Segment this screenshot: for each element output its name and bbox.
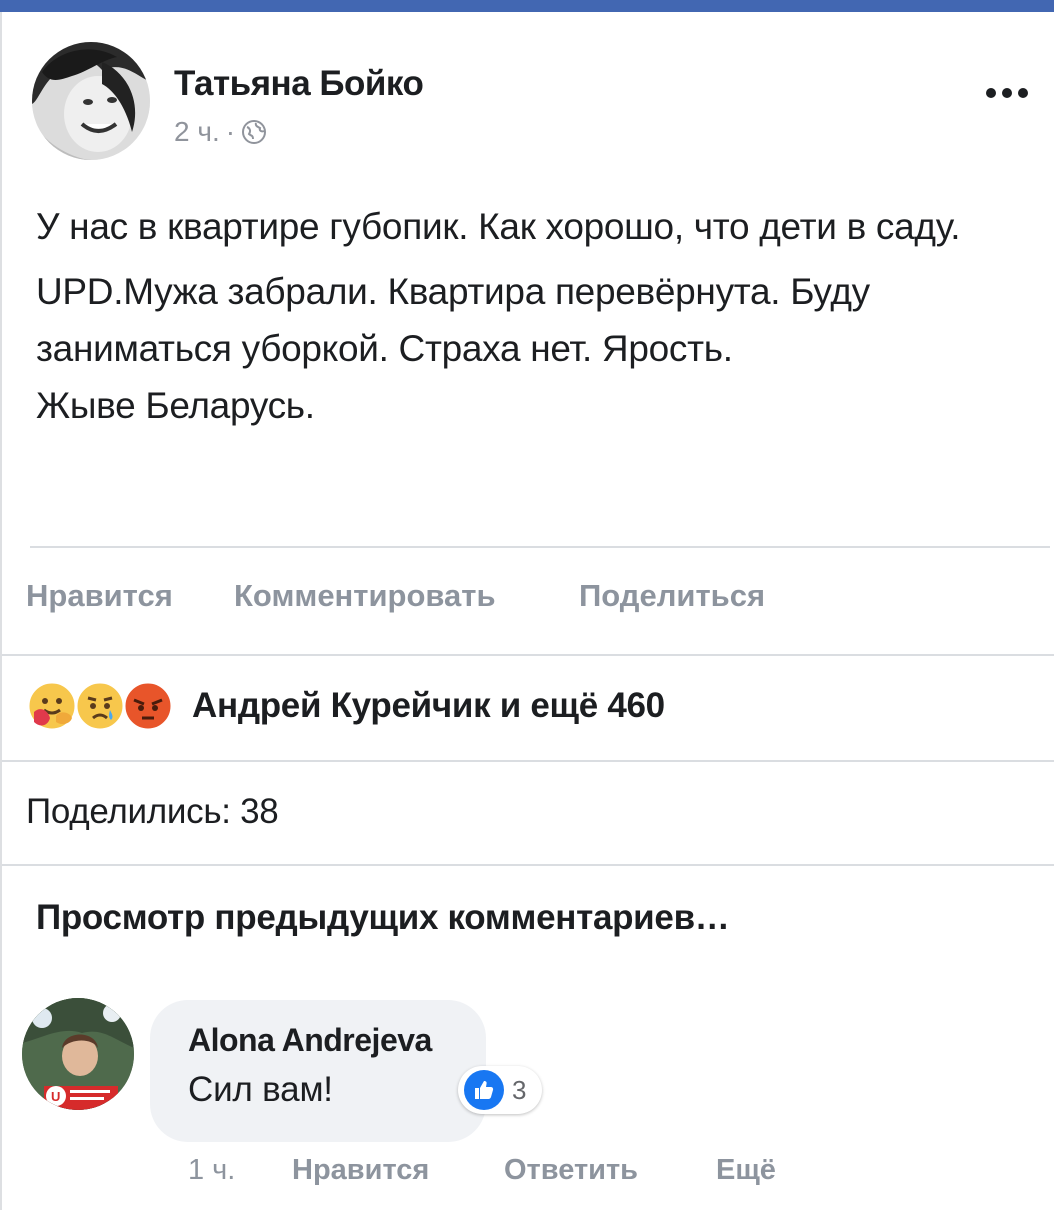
comment-button[interactable]: Комментировать <box>234 578 579 614</box>
post-actions: Нравится Комментировать Поделиться <box>26 578 765 614</box>
comment-reactions-badge[interactable]: 3 <box>458 1066 542 1114</box>
comment-like-count: 3 <box>512 1074 527 1105</box>
post-body: У нас в квартире губопик. Как хорошо, чт… <box>36 198 1026 442</box>
author-avatar[interactable] <box>32 42 150 160</box>
comment-text: Сил вам! <box>188 1070 333 1109</box>
divider-reactions <box>2 760 1054 762</box>
care-emoji-icon <box>26 680 78 732</box>
share-button[interactable]: Поделиться <box>579 578 765 614</box>
thumbs-up-icon <box>464 1070 504 1110</box>
svg-text:U: U <box>51 1089 60 1104</box>
post-paragraph-1: У нас в квартире губопик. Как хорошо, чт… <box>36 206 961 247</box>
author-name[interactable]: Татьяна Бойко <box>174 64 424 104</box>
post-paragraph-2: UPD.Мужа забрали. Квартира перевёрнута. … <box>36 271 870 426</box>
comment-more-button[interactable]: Ещё <box>716 1154 776 1187</box>
like-button[interactable]: Нравится <box>26 578 234 614</box>
comment-author[interactable]: Alona Andrejeva <box>188 1022 432 1059</box>
post-time[interactable]: 2 ч. <box>174 116 220 148</box>
comment-actions: 1 ч. Нравится Ответить Ещё <box>188 1154 776 1187</box>
commenter-avatar[interactable]: U <box>22 998 134 1110</box>
angry-emoji-icon <box>122 680 174 732</box>
sad-emoji-icon <box>74 680 126 732</box>
reactions-summary-text[interactable]: Андрей Курейчик и ещё 460 <box>192 686 665 726</box>
more-options-icon[interactable] <box>986 78 1046 108</box>
reaction-icons <box>26 680 176 732</box>
divider-actions <box>2 654 1054 656</box>
globe-icon <box>241 119 267 145</box>
divider-top <box>30 546 1050 548</box>
comment-like-button[interactable]: Нравится <box>292 1154 504 1187</box>
post-meta: 2 ч. · <box>174 116 267 148</box>
comment-time[interactable]: 1 ч. <box>188 1154 292 1187</box>
view-previous-comments-link[interactable]: Просмотр предыдущих комментариев… <box>36 898 730 938</box>
divider-shares <box>2 864 1054 866</box>
shares-count[interactable]: Поделились: 38 <box>26 792 279 832</box>
reactions-summary[interactable]: Андрей Курейчик и ещё 460 <box>26 680 665 732</box>
meta-separator: · <box>225 116 236 147</box>
left-border <box>0 12 2 1210</box>
top-bar <box>0 0 1054 12</box>
comment-reply-button[interactable]: Ответить <box>504 1154 716 1187</box>
